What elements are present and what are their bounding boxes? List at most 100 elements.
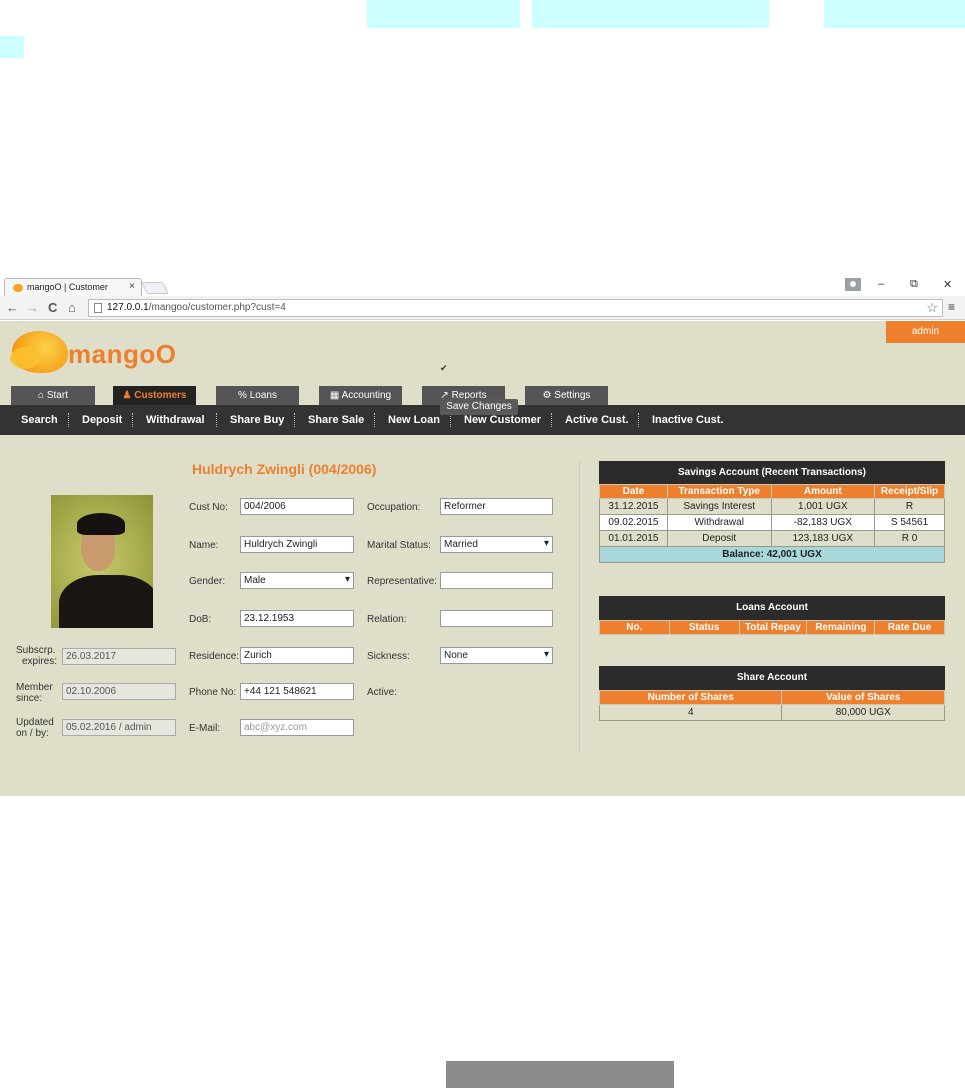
- savings-table: Date Transaction Type Amount Receipt/Sli…: [599, 484, 945, 563]
- sickness-label: Sickness:: [367, 651, 410, 662]
- phone-field[interactable]: +44 121 548621: [240, 683, 354, 700]
- subnav-divider: [638, 413, 639, 427]
- cust-no-label: Cust No:: [189, 502, 228, 513]
- subnav-divider: [216, 413, 217, 427]
- col-date: Date: [599, 484, 668, 499]
- col-remaining: Remaining: [806, 620, 876, 635]
- col-number-of-shares: Number of Shares: [598, 690, 783, 705]
- save-changes-button[interactable]: Save Changes: [440, 399, 518, 415]
- customer-name-title: Huldrych Zwingli (004/2006): [192, 461, 377, 477]
- column-divider: [579, 461, 580, 751]
- table-row: 31.12.2015 Savings Interest 1,001 UGX R: [599, 498, 945, 515]
- loans-title: Loans Account: [599, 596, 945, 620]
- shares-title: Share Account: [599, 666, 945, 690]
- user-badge[interactable]: admin: [886, 321, 965, 343]
- subnav-new-customer[interactable]: New Customer: [464, 414, 541, 426]
- cell-date: 09.02.2015: [599, 514, 668, 531]
- subnav-new-loan[interactable]: New Loan: [388, 414, 440, 426]
- tab-close-icon[interactable]: ×: [129, 281, 135, 292]
- logo-text: mangoO: [68, 339, 177, 369]
- table-row: 09.02.2015 Withdrawal -82,183 UGX S 5456…: [599, 514, 945, 531]
- app-page: admin mangoO ⌂ Start ♟ Customers % Loans…: [0, 321, 965, 796]
- tab-title: mangoO | Customer: [27, 282, 108, 292]
- occupation-field[interactable]: Reformer: [440, 498, 553, 515]
- top-block-2: [532, 0, 769, 28]
- home-icon[interactable]: ⌂: [68, 300, 76, 315]
- gender-select[interactable]: Male: [240, 572, 354, 589]
- minimize-icon[interactable]: –: [878, 278, 884, 290]
- top-block-3: [824, 0, 965, 28]
- active-checkbox[interactable]: ✔: [440, 363, 450, 373]
- cust-no-field[interactable]: 004/2006: [240, 498, 354, 515]
- subnav-divider: [450, 413, 451, 427]
- member-label: Member since:: [16, 682, 53, 704]
- sickness-select[interactable]: None: [440, 647, 553, 664]
- col-transaction-type: Transaction Type: [666, 484, 772, 499]
- active-label: Active:: [367, 687, 398, 698]
- member-since-field[interactable]: 02.10.2006: [62, 683, 176, 700]
- residence-label: Residence:: [189, 651, 240, 662]
- tab-settings[interactable]: ⚙ Settings: [525, 386, 608, 405]
- cell-receipt: R: [874, 498, 945, 515]
- subnav-share-sale[interactable]: Share Sale: [308, 414, 364, 426]
- col-receipt: Receipt/Slip: [874, 484, 945, 499]
- address-bar[interactable]: 127.0.0.1/mangoo/customer.php?cust=4 ☆: [88, 299, 943, 317]
- relation-field[interactable]: [440, 610, 553, 627]
- browser-tab[interactable]: mangoO | Customer ×: [4, 278, 142, 296]
- cell-type: Savings Interest: [666, 498, 772, 515]
- subnav-inactive-cust[interactable]: Inactive Cust.: [652, 414, 724, 426]
- back-icon[interactable]: ←: [6, 300, 19, 315]
- subscr-label: Subscrp. expires:: [16, 645, 58, 667]
- subnav-divider: [294, 413, 295, 427]
- portrait-hat: [77, 513, 125, 535]
- balance-cell: Balance: 42,001 UGX: [599, 546, 945, 563]
- updated-label: Updated on / by:: [16, 717, 54, 739]
- cell-shares-value: 80,000 UGX: [781, 704, 945, 721]
- bottom-bar: [446, 1061, 674, 1088]
- subnav-active-cust[interactable]: Active Cust.: [565, 414, 629, 426]
- cell-receipt: S 54561: [874, 514, 945, 531]
- dob-field[interactable]: 23.12.1953: [240, 610, 354, 627]
- user-profile-icon[interactable]: [845, 278, 861, 291]
- subnav-withdrawal[interactable]: Withdrawal: [146, 414, 205, 426]
- browser-menu-icon[interactable]: ≡: [948, 300, 955, 314]
- customer-photo[interactable]: [51, 495, 153, 628]
- representative-label: Representative:: [367, 576, 438, 587]
- subnav-search[interactable]: Search: [21, 414, 58, 426]
- table-row: 01.01.2015 Deposit 123,183 UGX R 0: [599, 530, 945, 547]
- tab-customers[interactable]: ♟ Customers: [113, 386, 196, 405]
- bookmark-star-icon[interactable]: ☆: [926, 300, 938, 316]
- subnav-share-buy[interactable]: Share Buy: [230, 414, 284, 426]
- dob-label: DoB:: [189, 614, 212, 625]
- residence-field[interactable]: Zurich: [240, 647, 354, 664]
- marital-label: Marital Status:: [367, 540, 431, 551]
- new-tab-button[interactable]: [141, 282, 169, 294]
- cell-amount: 1,001 UGX: [770, 498, 876, 515]
- representative-field[interactable]: [440, 572, 553, 589]
- reload-icon[interactable]: C: [48, 300, 57, 315]
- cell-type: Deposit: [666, 530, 772, 547]
- top-block-1: [367, 0, 520, 28]
- marital-select[interactable]: Married: [440, 536, 553, 553]
- restore-icon[interactable]: ⧉: [910, 278, 918, 291]
- subnav-deposit[interactable]: Deposit: [82, 414, 122, 426]
- subscr-expires-field[interactable]: 26.03.2017: [62, 648, 176, 665]
- cell-date: 01.01.2015: [599, 530, 668, 547]
- col-value-of-shares: Value of Shares: [781, 690, 945, 705]
- name-field[interactable]: Huldrych Zwingli: [240, 536, 354, 553]
- col-total-repay: Total Repay: [738, 620, 808, 635]
- tab-accounting[interactable]: ▦ Accounting: [319, 386, 402, 405]
- browser-toolbar: ← → C ⌂ 127.0.0.1/mangoo/customer.php?cu…: [0, 296, 965, 320]
- cell-type: Withdrawal: [666, 514, 772, 531]
- cell-date: 31.12.2015: [599, 498, 668, 515]
- tab-start[interactable]: ⌂ Start: [11, 386, 95, 405]
- updated-field[interactable]: 05.02.2016 / admin: [62, 719, 176, 736]
- top-block-4: [0, 36, 24, 58]
- browser-tab-bar: mangoO | Customer × – ⧉ ✕: [0, 276, 965, 296]
- portrait-body: [59, 575, 153, 628]
- email-field[interactable]: abc@xyz.com: [240, 719, 354, 736]
- phone-label: Phone No:: [189, 687, 237, 698]
- close-window-icon[interactable]: ✕: [943, 278, 952, 291]
- tab-loans[interactable]: % Loans: [216, 386, 299, 405]
- forward-icon[interactable]: →: [26, 300, 39, 315]
